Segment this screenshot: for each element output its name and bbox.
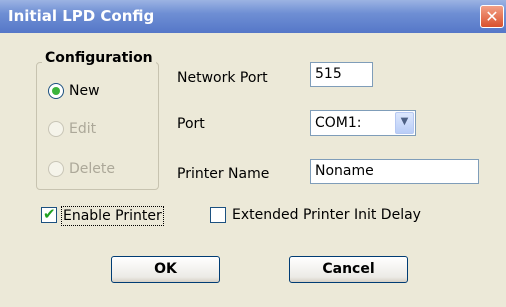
radio-delete-label[interactable]: Delete: [69, 160, 115, 178]
radio-new-label[interactable]: New: [69, 82, 100, 100]
port-dropdown-button[interactable]: ▼: [395, 112, 414, 134]
network-port-field[interactable]: 515: [310, 62, 373, 87]
window-title: Initial LPD Config: [8, 7, 155, 25]
close-button[interactable]: ✕: [480, 5, 504, 28]
radio-edit-label[interactable]: Edit: [69, 120, 96, 138]
radio-edit[interactable]: [48, 121, 64, 137]
enable-printer-label[interactable]: Enable Printer: [61, 206, 164, 226]
extended-delay-label[interactable]: Extended Printer Init Delay: [232, 206, 421, 224]
extended-delay-checkbox[interactable]: [210, 207, 226, 223]
chevron-down-icon: ▼: [400, 116, 409, 127]
port-label: Port: [177, 116, 205, 132]
enable-printer-checkbox[interactable]: ✔: [41, 205, 57, 223]
close-icon: ✕: [485, 7, 499, 26]
port-combo-value: COM1:: [315, 115, 362, 131]
cancel-button[interactable]: Cancel: [289, 256, 408, 283]
port-combo[interactable]: COM1: ▼: [310, 110, 416, 136]
printer-name-label: Printer Name: [177, 166, 270, 182]
radio-new[interactable]: [48, 83, 64, 99]
network-port-label: Network Port: [177, 70, 268, 86]
radio-selected-icon: [52, 87, 60, 95]
printer-name-field[interactable]: Noname: [310, 159, 479, 184]
configuration-group-title: Configuration: [42, 50, 156, 66]
check-icon: ✔: [43, 205, 56, 223]
title-bar: Initial LPD Config ✕: [0, 0, 506, 33]
ok-button[interactable]: OK: [111, 256, 220, 283]
radio-delete[interactable]: [48, 161, 64, 177]
